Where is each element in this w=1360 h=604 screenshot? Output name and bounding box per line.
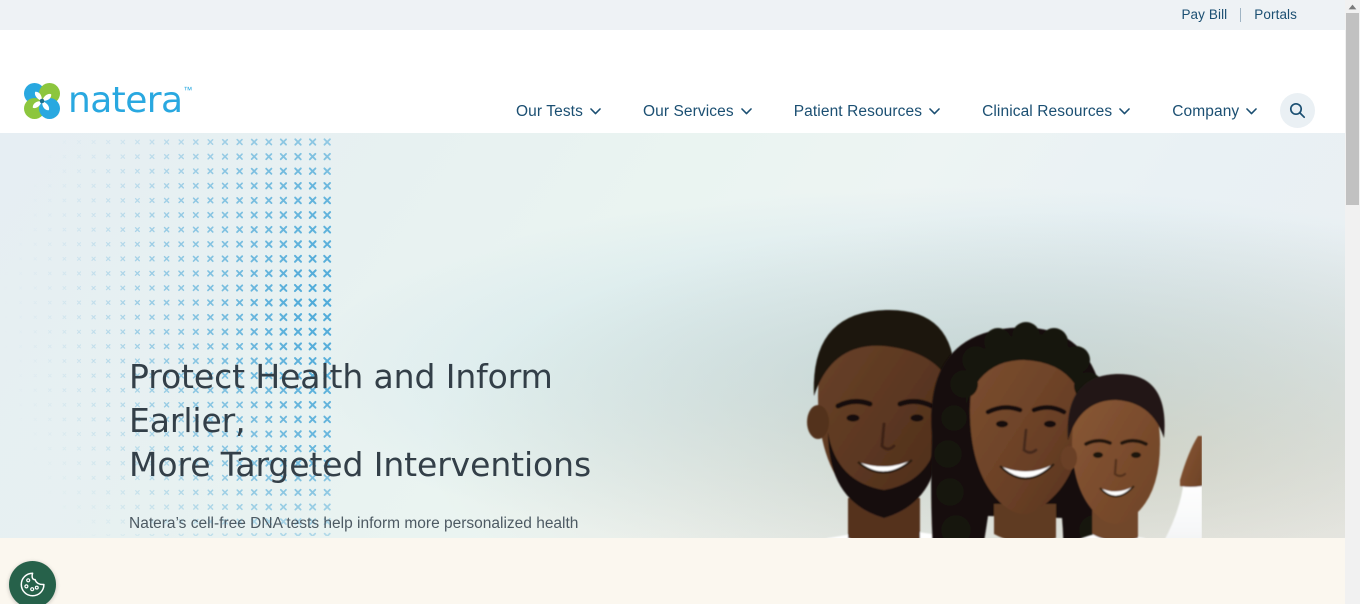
- natera-wordmark: natera: [68, 80, 183, 121]
- cookie-preferences-button[interactable]: [9, 561, 56, 604]
- page-viewport: Pay Bill Portals natera ™ Our Tests Our …: [0, 0, 1345, 604]
- pay-bill-link[interactable]: Pay Bill: [1181, 8, 1227, 22]
- cookie-icon: [20, 572, 45, 597]
- utility-divider: [1240, 8, 1242, 22]
- hero-subtitle: Natera’s cell-free DNA tests help inform…: [129, 515, 579, 532]
- page-scrollbar[interactable]: [1345, 0, 1360, 604]
- nav-item-label: Patient Resources: [793, 102, 923, 120]
- chevron-down-icon: [740, 108, 752, 115]
- utility-bar: Pay Bill Portals: [0, 0, 1345, 30]
- logo-pinwheel-overlay: [32, 91, 52, 111]
- hero-copy: Protect Health and Inform Earlier, More …: [129, 355, 659, 538]
- hero-title: Protect Health and Inform Earlier, More …: [129, 355, 659, 487]
- trademark-symbol: ™: [183, 85, 193, 95]
- hero-title-line-1: Protect Health and Inform Earlier,: [129, 357, 553, 440]
- hero-title-line-2: More Targeted Interventions: [129, 445, 592, 484]
- nav-item-label: Our Tests: [516, 102, 583, 120]
- scrollbar-thumb[interactable]: [1346, 13, 1359, 205]
- hero-section: Protect Health and Inform Earlier, More …: [0, 133, 1345, 538]
- natera-flower-logo-icon: [24, 83, 60, 119]
- hero-family-photo: [632, 266, 1202, 538]
- nav-item-label: Our Services: [642, 102, 734, 120]
- natera-logo-link[interactable]: natera ™: [24, 83, 192, 119]
- search-icon: [1289, 102, 1306, 119]
- portals-link[interactable]: Portals: [1254, 8, 1297, 22]
- chevron-down-icon: [929, 108, 940, 115]
- search-button[interactable]: [1280, 93, 1315, 128]
- site-header: natera ™ Our Tests Our Services Patient …: [0, 30, 1345, 133]
- chevron-down-icon: [590, 108, 601, 115]
- browser-page: Pay Bill Portals natera ™ Our Tests Our …: [0, 0, 1360, 604]
- following-section: [0, 538, 1345, 604]
- nav-item-label: Company: [1172, 102, 1240, 120]
- chevron-down-icon: [1246, 108, 1258, 115]
- scroll-up-arrow-icon[interactable]: [1345, 0, 1360, 13]
- chevron-down-icon: [1119, 108, 1131, 115]
- nav-item-label: Clinical Resources: [982, 102, 1113, 120]
